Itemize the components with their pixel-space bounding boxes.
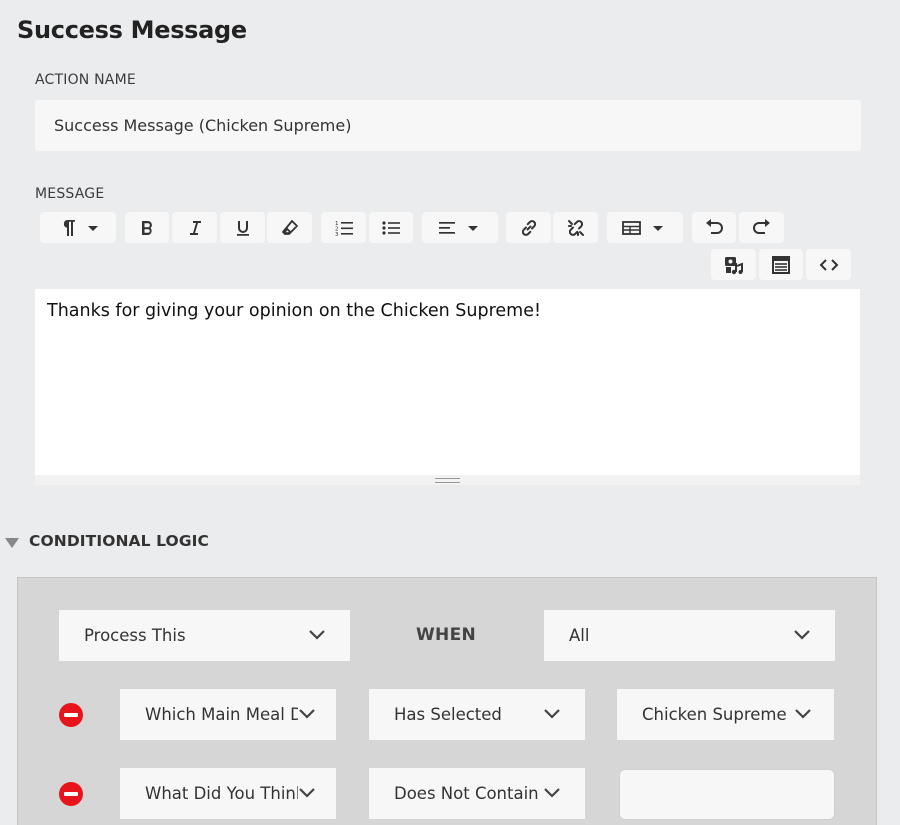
rule-operator-select[interactable]: Does Not Contain [369, 768, 585, 819]
paragraph-format-button[interactable] [40, 212, 116, 243]
chevron-down-icon [793, 626, 811, 645]
unordered-list-button[interactable] [369, 212, 413, 243]
align-button[interactable] [422, 212, 498, 243]
chevron-down-icon [308, 626, 326, 645]
rule-value-select[interactable]: Chicken Supreme [617, 689, 834, 740]
chevron-down-icon [298, 705, 316, 724]
paragraph-format-icon [56, 218, 100, 238]
rule-field-select[interactable]: What Did You Think [120, 768, 336, 819]
remove-rule-button[interactable] [59, 703, 83, 727]
rule-field-value: Which Main Meal Di [145, 705, 298, 724]
minus-icon [64, 713, 78, 717]
match-select-value: All [569, 626, 590, 645]
rule-field-value: What Did You Think [145, 784, 298, 803]
underline-icon [234, 219, 252, 237]
form-fields-button[interactable] [759, 249, 803, 280]
chevron-down-icon [543, 705, 561, 724]
underline-button[interactable] [220, 212, 265, 243]
italic-icon [186, 219, 204, 237]
insert-media-button[interactable] [711, 249, 756, 280]
action-select[interactable]: Process This [59, 610, 350, 661]
rule-operator-value: Does Not Contain [394, 784, 539, 803]
unlink-button[interactable] [553, 212, 598, 243]
message-label: MESSAGE [35, 186, 105, 202]
code-view-button[interactable] [806, 249, 851, 280]
rule-operator-value: Has Selected [394, 705, 502, 724]
rule-operator-select[interactable]: Has Selected [369, 689, 585, 740]
clear-formatting-button[interactable] [267, 212, 312, 243]
action-name-input[interactable]: Success Message (Chicken Supreme) [35, 100, 861, 151]
when-label: WHEN [416, 625, 477, 645]
rule-field-select[interactable]: Which Main Meal Di [120, 689, 336, 740]
message-editor[interactable]: Thanks for giving your opinion on the Ch… [35, 289, 860, 475]
unlink-icon [566, 218, 586, 238]
clear-formatting-icon [281, 219, 299, 237]
chevron-down-icon [298, 784, 316, 803]
ordered-list-button[interactable]: 123 [321, 212, 366, 243]
minus-icon [64, 792, 78, 796]
insert-table-icon [620, 219, 670, 237]
bold-icon [138, 219, 156, 237]
action-name-value: Success Message (Chicken Supreme) [54, 116, 352, 135]
ordered-list-icon: 123 [334, 219, 354, 237]
resize-grip-icon[interactable] [435, 478, 460, 483]
insert-table-button[interactable] [607, 212, 683, 243]
insert-media-icon [723, 254, 745, 276]
insert-link-icon [519, 218, 539, 238]
unordered-list-icon [381, 219, 401, 237]
page-title: Success Message [17, 16, 247, 44]
chevron-down-icon [794, 705, 812, 724]
italic-button[interactable] [172, 212, 217, 243]
code-view-icon [819, 256, 839, 274]
action-select-value: Process This [84, 626, 186, 645]
insert-link-button[interactable] [506, 212, 551, 243]
remove-rule-button[interactable] [59, 782, 83, 806]
rule-value-input[interactable] [619, 769, 835, 820]
action-name-label: ACTION NAME [35, 72, 136, 88]
conditional-logic-heading[interactable]: CONDITIONAL LOGIC [29, 532, 209, 550]
redo-icon [751, 218, 773, 238]
redo-button[interactable] [739, 212, 784, 243]
undo-button[interactable] [692, 212, 736, 243]
form-fields-icon [771, 255, 791, 275]
rule-value-value: Chicken Supreme [642, 705, 787, 724]
message-body: Thanks for giving your opinion on the Ch… [47, 301, 541, 321]
match-select[interactable]: All [544, 610, 835, 661]
svg-text:3: 3 [335, 232, 339, 237]
chevron-down-icon [543, 784, 561, 803]
collapse-triangle-icon[interactable] [5, 538, 19, 548]
undo-icon [703, 218, 725, 238]
bold-button[interactable] [125, 212, 169, 243]
align-icon [435, 219, 485, 237]
